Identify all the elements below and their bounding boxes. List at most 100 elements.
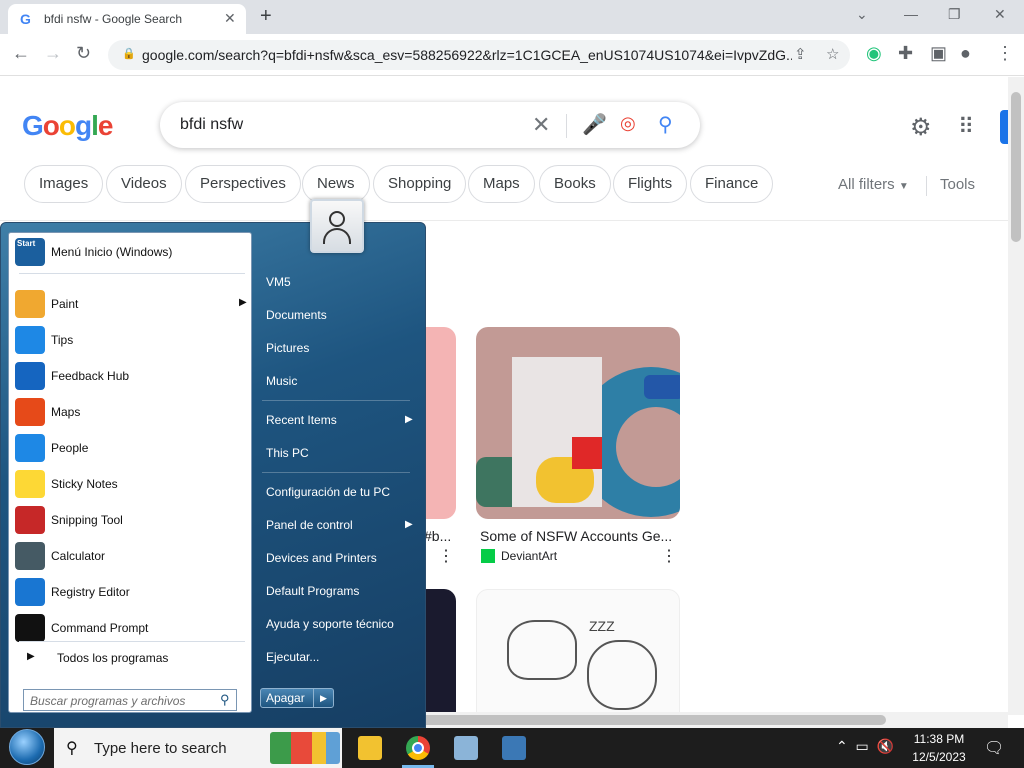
profile-icon[interactable]: ● [960, 43, 971, 64]
chrome-taskbar-icon[interactable] [406, 736, 430, 760]
start-program-label: Feedback Hub [51, 369, 130, 383]
all-programs-button[interactable]: ▶ Todos los programas [17, 649, 243, 669]
start-right-item-default-programs[interactable]: Default Programs [266, 584, 359, 598]
browser-tab[interactable]: G bfdi nsfw - Google Search ✕ [8, 4, 246, 34]
tab-search-icon[interactable]: ⌄ [856, 6, 868, 23]
notification-icon[interactable]: 🗨 [984, 738, 1004, 758]
lightbulb-icon [15, 326, 45, 354]
chip-books[interactable]: Books [539, 165, 611, 203]
start-program-label: Paint [51, 297, 79, 311]
search-input[interactable]: bfdi nsfw [180, 116, 243, 134]
start-right-item-configuraci-n-de-tu-pc[interactable]: Configuración de tu PC [266, 485, 390, 499]
start-right-item-ejecutar[interactable]: Ejecutar... [266, 650, 319, 664]
google-lens-icon[interactable]: ◎ [620, 113, 636, 134]
side-panel-icon[interactable]: ▣ [930, 43, 947, 64]
start-program-sticky-note[interactable]: Sticky Notes [13, 467, 249, 501]
control-panel-icon[interactable] [454, 736, 478, 760]
image-result-caption[interactable]: #b... [424, 528, 451, 544]
chip-videos[interactable]: Videos [106, 165, 182, 203]
shutdown-button[interactable]: Apagar ▶ [260, 688, 334, 708]
all-filters-button[interactable]: All filters ▼ [838, 176, 909, 193]
chip-finance[interactable]: Finance [690, 165, 774, 203]
chip-shopping[interactable]: Shopping [373, 165, 467, 203]
chip-news[interactable]: News [302, 165, 370, 203]
start-right-item-devices-and-printers[interactable]: Devices and Printers [266, 551, 377, 565]
reload-icon[interactable]: ↻ [76, 43, 91, 64]
start-right-item-panel-de-control[interactable]: Panel de control [266, 518, 353, 532]
close-window-button[interactable]: ✕ [994, 6, 1006, 23]
search-highlight-gifts-icon[interactable] [270, 732, 340, 764]
start-program-map-pin[interactable]: Maps [13, 395, 249, 429]
settings-gear-icon[interactable]: ⚙ [910, 113, 932, 142]
start-right-item-ayuda-y-soporte-t-cnico[interactable]: Ayuda y soporte técnico [266, 617, 394, 631]
new-tab-button[interactable]: + [260, 5, 272, 28]
search-icon[interactable]: ⚲ [220, 692, 230, 708]
chip-flights[interactable]: Flights [613, 165, 688, 203]
more-options-icon[interactable]: ⋮ [661, 546, 677, 566]
start-right-item-documents[interactable]: Documents [266, 308, 327, 322]
start-right-item-this-pc[interactable]: This PC [266, 446, 309, 460]
start-right-item-recent-items[interactable]: Recent Items [266, 413, 337, 427]
image-result-thumbnail[interactable] [476, 327, 680, 519]
clear-search-icon[interactable]: ✕ [532, 112, 550, 138]
address-bar[interactable]: 🔒 google.com/search?q=bfdi+nsfw&sca_esv=… [108, 40, 850, 70]
google-favicon-icon: G [20, 11, 31, 27]
lock-icon[interactable]: 🔒 [122, 47, 136, 60]
start-program-label: Sticky Notes [51, 477, 118, 491]
image-result-caption[interactable]: Some of NSFW Accounts Ge... [480, 528, 675, 544]
remote-desktop-icon[interactable] [502, 736, 526, 760]
start-menu: Start Menú Inicio (Windows) Paint ▶ Tips Feed… [0, 222, 426, 728]
start-program-feedback[interactable]: Feedback Hub [13, 359, 249, 393]
horizontal-scroll-thumb[interactable] [420, 715, 886, 725]
share-icon[interactable]: ⇪ [794, 45, 807, 63]
system-tray[interactable]: ⌃ ▭ 🔇 [836, 738, 894, 755]
taskbar-search-box[interactable]: ⚲ Type here to search [54, 728, 342, 768]
clock-date[interactable]: 12/5/2023 [902, 750, 976, 764]
file-explorer-icon[interactable] [358, 736, 382, 760]
back-icon[interactable]: ← [12, 43, 30, 64]
start-program-scissors[interactable]: Snipping Tool [13, 503, 249, 537]
extension-grammarly-icon[interactable]: ◉ [866, 43, 882, 64]
google-apps-icon[interactable]: ⠿ [958, 114, 974, 140]
search-divider [566, 114, 567, 138]
start-search-input[interactable]: Buscar programas y archivos ⚲ [23, 689, 237, 711]
start-right-item-music[interactable]: Music [266, 374, 297, 388]
extensions-puzzle-icon[interactable]: ✚ [898, 43, 913, 64]
microphone-icon[interactable]: 🎤 [582, 112, 607, 137]
start-program-registry[interactable]: Registry Editor [13, 575, 249, 609]
restore-button[interactable]: ❐ [948, 6, 961, 23]
start-right-item-pictures[interactable]: Pictures [266, 341, 309, 355]
browser-menu-icon[interactable]: ⋮ [996, 43, 1014, 64]
bookmark-star-icon[interactable]: ☆ [826, 45, 839, 63]
start-program-calculator[interactable]: Calculator [13, 539, 249, 573]
clock-time[interactable]: 11:38 PM [902, 732, 976, 746]
start-program-terminal[interactable]: Command Prompt [13, 611, 249, 645]
start-button[interactable] [9, 729, 45, 765]
chip-maps[interactable]: Maps [468, 165, 535, 203]
forward-icon[interactable]: → [44, 43, 62, 64]
image-result-source[interactable]: DeviantArt [501, 549, 557, 563]
chip-images[interactable]: Images [24, 165, 104, 203]
more-options-icon[interactable]: ⋮ [438, 546, 454, 566]
image-result-thumbnail[interactable]: ZZZ [476, 589, 680, 713]
user-head-shape [329, 211, 345, 227]
submenu-arrow-icon: ▶ [405, 519, 413, 530]
search-icon[interactable]: ⚲ [658, 112, 673, 137]
vertical-scroll-thumb[interactable] [1011, 92, 1021, 242]
minimize-button[interactable]: — [904, 6, 918, 22]
shutdown-options-icon[interactable]: ▶ [313, 689, 333, 707]
google-logo[interactable]: Google [22, 110, 113, 142]
url-text[interactable]: google.com/search?q=bfdi+nsfw&sca_esv=58… [142, 47, 792, 63]
start-program-label: Registry Editor [51, 585, 130, 599]
tools-button[interactable]: Tools [940, 176, 975, 193]
start-program-lightbulb[interactable]: Tips [13, 323, 249, 357]
start-right-item-vm5[interactable]: VM5 [266, 275, 291, 289]
sign-in-button[interactable] [1000, 110, 1008, 144]
start-program-start-menu[interactable]: Start Menú Inicio (Windows) [13, 235, 249, 269]
user-avatar[interactable] [310, 199, 364, 253]
tab-close-icon[interactable]: ✕ [224, 10, 236, 27]
search-box[interactable]: bfdi nsfw ✕ 🎤 ◎ ⚲ [160, 102, 700, 148]
start-program-paint[interactable]: Paint ▶ [13, 287, 249, 321]
chip-perspectives[interactable]: Perspectives [185, 165, 301, 203]
start-program-people[interactable]: People [13, 431, 249, 465]
